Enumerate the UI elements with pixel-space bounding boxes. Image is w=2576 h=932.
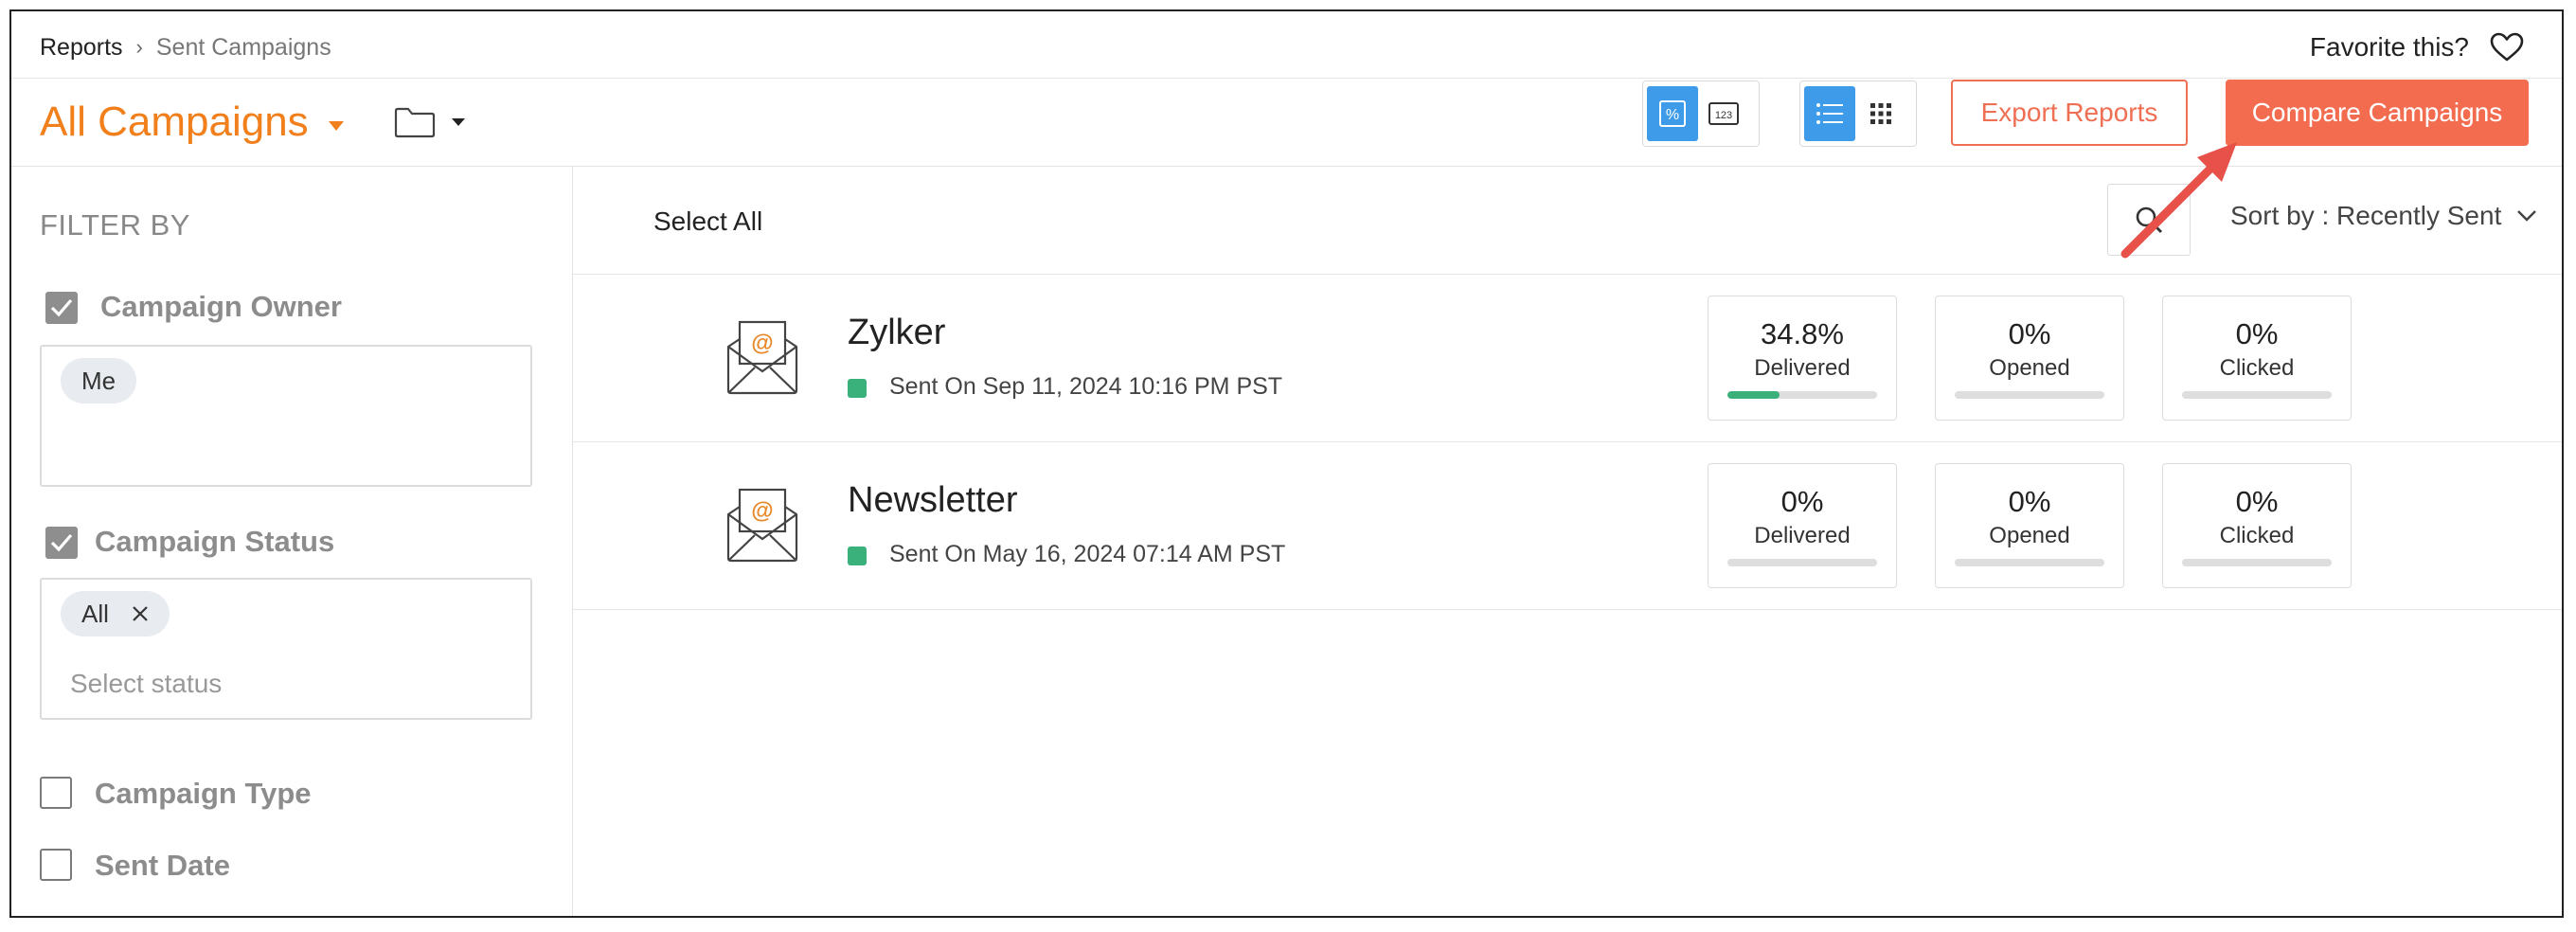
grid-view-button[interactable] [1855,86,1906,141]
percent-icon: % [1659,100,1686,127]
remove-chip-icon[interactable] [132,605,149,622]
owner-chip-label: Me [81,366,116,395]
campaign-status-label[interactable]: Campaign Status [95,525,334,559]
list-view-button[interactable] [1804,86,1855,141]
sort-label: Sort by : Recently Sent [2230,201,2502,230]
grid-view-icon [1870,103,1891,124]
search-button[interactable] [2107,184,2191,256]
campaign-status-field[interactable]: All Select status [40,578,532,720]
owner-chip: Me [61,358,137,403]
opened-stat: 0% Opened [1935,296,2124,421]
sent-date: Sent On May 16, 2024 07:14 AM PST [889,541,1286,567]
stat-progress-bar [1727,559,1877,566]
stat-progress-bar [2182,559,2332,566]
stat-value: 0% [2235,485,2279,518]
opened-stat: 0% Opened [1935,463,2124,588]
campaign-row[interactable]: @ Newsletter Sent On May 16, 2024 07:14 … [573,442,2562,610]
stat-progress-bar [1727,391,1877,399]
campaign-row[interactable]: @ Zylker Sent On Sep 11, 2024 10:16 PM P… [573,275,2562,442]
delivered-stat: 0% Delivered [1708,463,1897,588]
chevron-down-icon [451,118,465,126]
stat-value: 0% [2008,485,2051,518]
breadcrumb: Reports › Sent Campaigns [40,25,331,70]
sent-status-indicator [848,547,867,565]
campaign-type-label[interactable]: Campaign Type [95,777,312,811]
campaign-type-checkbox[interactable] [40,777,72,809]
folder-icon [394,107,435,138]
stat-label: Clicked [2219,523,2295,548]
stat-label: Delivered [1754,523,1851,548]
checkmark-icon [50,533,73,552]
percent-view-button[interactable]: % [1647,86,1698,141]
layout-view-toggle [1799,81,1917,147]
sent-date: Sent On Sep 11, 2024 10:16 PM PST [889,373,1283,400]
app-window: Reports › Sent Campaigns Favorite this? … [9,9,2564,918]
stat-label: Opened [1989,355,2070,381]
svg-text:@: @ [751,331,773,356]
status-select-placeholder[interactable]: Select status [70,669,222,699]
envelope-icon: @ [726,320,798,395]
stat-label: Clicked [2219,355,2295,381]
select-all-link[interactable]: Select All [653,206,762,237]
campaign-status-checkbox[interactable] [45,527,78,559]
checkmark-icon [50,298,73,317]
search-icon [2136,206,2162,233]
filter-sidebar: FILTER BY Campaign Owner Me Campaign Sta… [11,167,573,916]
campaign-owner-label[interactable]: Campaign Owner [100,290,342,324]
breadcrumb-current: Sent Campaigns [155,33,331,61]
sent-status-indicator [848,379,867,398]
filter-by-heading: FILTER BY [40,208,190,242]
clicked-stat: 0% Clicked [2162,463,2352,588]
sent-date-checkbox[interactable] [40,849,72,881]
stat-label: Opened [1989,523,2070,548]
chevron-down-icon [2517,210,2537,222]
stat-progress-fill [1727,391,1780,399]
favorite-label: Favorite this? [2309,32,2469,62]
page-title[interactable]: All Campaigns [40,99,309,146]
breadcrumb-reports-link[interactable]: Reports [40,34,123,62]
heart-icon[interactable] [2490,32,2524,63]
folder-dropdown[interactable] [394,106,466,138]
svg-text:@: @ [751,498,773,524]
stat-value: 0% [1780,485,1824,518]
stat-value: 34.8% [1761,317,1844,350]
stat-progress-bar [2182,391,2332,399]
stat-value: 0% [2235,317,2279,350]
percent-toggle-label: % [1666,107,1679,123]
status-chip-label: All [81,599,109,628]
export-reports-button[interactable]: Export Reports [1951,80,2188,146]
campaign-list-panel: Select All Sort by : Recently Sent @ Zyl… [573,167,2562,916]
status-chip: All [61,591,170,636]
sent-date-label[interactable]: Sent Date [95,849,230,883]
stat-progress-bar [1955,391,2104,399]
campaign-name[interactable]: Zylker [848,313,945,353]
clicked-stat: 0% Clicked [2162,296,2352,421]
divider [11,78,2562,79]
campaign-owner-checkbox[interactable] [45,292,78,324]
favorite-toggle[interactable]: Favorite this? [2310,21,2524,74]
campaign-name[interactable]: Newsletter [848,480,1018,521]
metric-view-toggle: % 123 [1642,81,1760,147]
chevron-down-icon[interactable] [328,120,345,132]
delivered-stat: 34.8% Delivered [1708,296,1897,421]
stat-value: 0% [2008,317,2051,350]
envelope-icon: @ [726,488,798,563]
stat-label: Delivered [1754,355,1851,381]
count-icon: 123 [1708,102,1739,125]
breadcrumb-separator-icon: › [135,35,143,59]
campaign-owner-field[interactable]: Me [40,345,532,487]
count-view-button[interactable]: 123 [1698,86,1749,141]
compare-campaigns-button[interactable]: Compare Campaigns [2226,80,2529,146]
sort-dropdown[interactable]: Sort by : Recently Sent [2230,201,2537,231]
title-row: All Campaigns [40,80,466,165]
stat-progress-bar [1955,559,2104,566]
count-toggle-label: 123 [1715,110,1732,121]
list-view-icon [1816,103,1843,124]
